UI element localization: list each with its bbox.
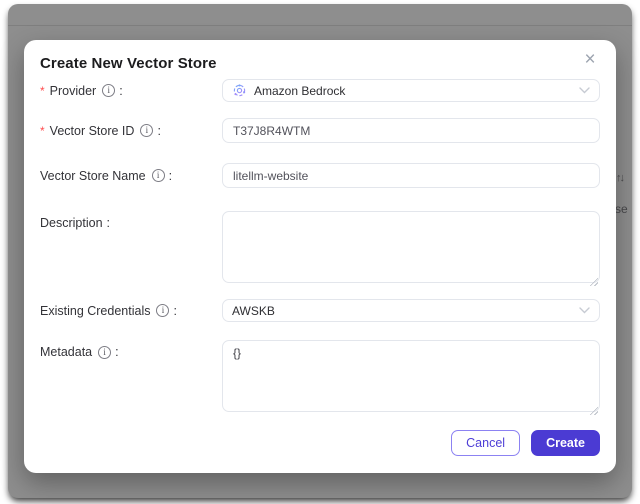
existing-credentials-value: AWSKB [232,303,275,318]
chevron-down-icon [579,307,590,314]
provider-label: * Provider i : [40,84,222,98]
sort-icon: ↑↓ [616,172,625,184]
cancel-button[interactable]: Cancel [451,430,521,456]
background-truncated-text: se [615,202,628,216]
vector-store-id-input[interactable] [222,118,600,143]
create-vector-store-modal: Create New Vector Store × * Provider i : [24,40,616,473]
screenshot-canvas: ↑↓ se Create New Vector Store × * Provid… [0,0,640,504]
existing-credentials-label: Existing Credentials i : [40,304,222,318]
existing-credentials-select[interactable]: AWSKB [222,299,600,322]
metadata-label-text: Metadata [40,345,93,359]
create-button[interactable]: Create [531,430,600,456]
vector-store-name-row: Vector Store Name i : [40,163,600,188]
provider-select[interactable]: Amazon Bedrock [222,79,600,102]
info-icon[interactable]: i [140,124,154,137]
metadata-label: Metadata i : [40,340,222,359]
info-icon[interactable]: i [156,304,170,317]
vector-store-id-label-text: Vector Store ID [49,123,135,138]
metadata-row: Metadata i : {} [40,340,600,417]
description-label: Description : [40,211,222,230]
label-colon: : [157,123,161,138]
metadata-textarea[interactable]: {} [222,340,600,412]
vector-store-name-input[interactable] [222,163,600,188]
modal-footer: Cancel Create [451,430,600,456]
info-icon[interactable]: i [98,345,112,359]
vector-store-name-label: Vector Store Name i : [40,169,222,183]
description-label-text: Description [40,216,103,230]
label-colon: : [168,168,173,183]
existing-credentials-row: Existing Credentials i : AWSKB [40,299,600,322]
chevron-down-icon [579,87,590,94]
description-row: Description : [40,211,600,288]
existing-credentials-label-text: Existing Credentials [40,303,151,318]
vector-store-name-label-text: Vector Store Name [40,168,146,183]
description-textarea[interactable] [222,211,600,283]
close-icon[interactable]: × [578,48,602,72]
modal-title: Create New Vector Store [40,55,217,72]
label-colon: : [173,303,177,318]
required-asterisk: * [40,83,45,98]
required-asterisk: * [40,123,45,138]
vector-store-id-label: * Vector Store ID i : [40,124,222,138]
info-icon[interactable]: i [102,84,116,97]
provider-row: * Provider i : Amazon Bedrock [40,79,600,102]
label-colon: : [115,345,119,359]
provider-value: Amazon Bedrock [254,83,346,98]
label-colon: : [119,83,123,98]
label-colon: : [106,216,111,230]
vector-store-id-row: * Vector Store ID i : [40,118,600,143]
bedrock-icon [232,83,247,98]
provider-label-text: Provider [49,83,97,98]
info-icon[interactable]: i [151,169,165,182]
background-header-divider [8,25,632,26]
